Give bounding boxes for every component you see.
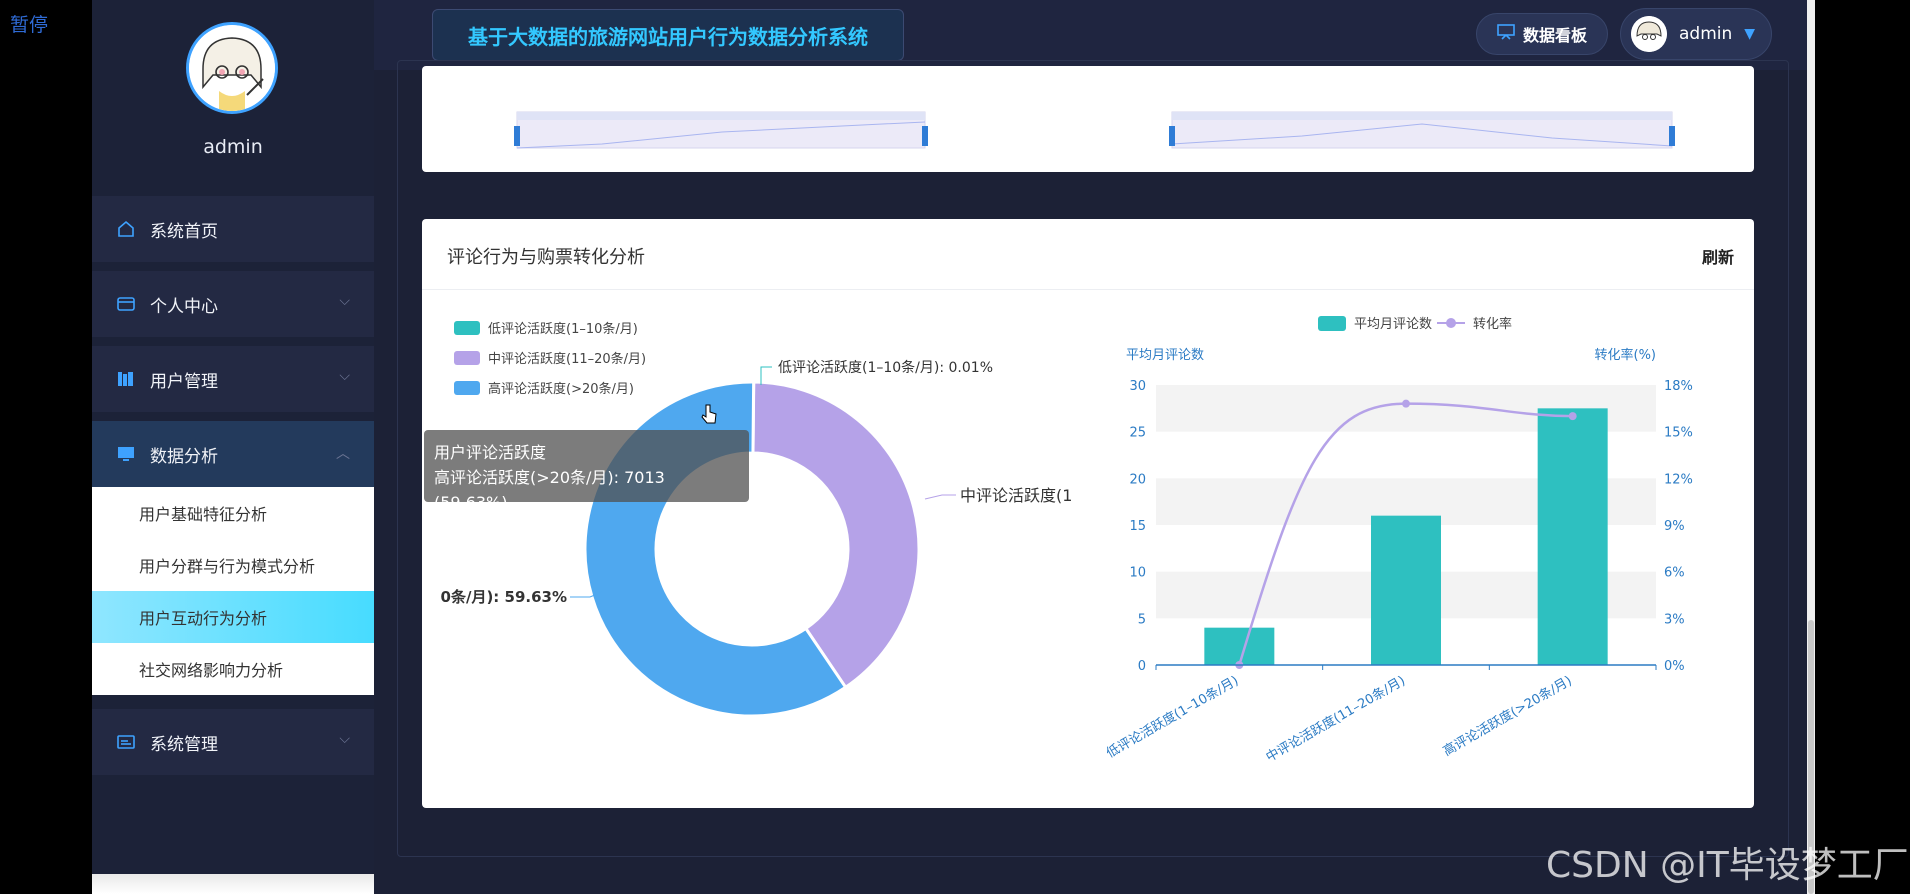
label-line-mid bbox=[924, 494, 956, 500]
slice-label-mid: 中评论活跃度(1 bbox=[960, 486, 1072, 505]
previous-chart-panel bbox=[422, 66, 1754, 172]
sidebar-username: admin bbox=[203, 136, 263, 158]
dashboard-button-label: 数据看板 bbox=[1522, 26, 1587, 45]
y-tick-right: 12% bbox=[1664, 472, 1693, 487]
books-icon bbox=[116, 369, 136, 389]
page-title: 基于大数据的旅游网站用户行为数据分析系统 bbox=[432, 9, 904, 61]
legend-label-high[interactable]: 高评论活跃度(>20条/月) bbox=[488, 381, 634, 397]
sidebar-item-users[interactable]: 用户管理 ⌵ bbox=[92, 346, 374, 412]
legend-swatch-avg-comments[interactable] bbox=[1318, 316, 1346, 331]
slider-handle-left[interactable] bbox=[514, 126, 520, 146]
y-axis-label-left: 平均月评论数 bbox=[1126, 348, 1204, 363]
panel-title: 评论行为与购票转化分析 bbox=[447, 247, 645, 268]
chevron-down-icon: ⌵ bbox=[339, 293, 350, 309]
caret-down-icon: ▼ bbox=[1744, 26, 1755, 42]
home-icon bbox=[116, 219, 136, 239]
bar-avg-comments[interactable] bbox=[1537, 408, 1608, 665]
page-scrollbar[interactable] bbox=[1807, 0, 1815, 894]
y-tick-left: 15 bbox=[1129, 519, 1146, 534]
tooltip-value: 高评论活跃度(>20条/月): 7013 (59.63%) bbox=[434, 468, 665, 512]
x-tick-label: 高评论活跃度(>20条/月) bbox=[1440, 673, 1574, 760]
y-tick-left: 0 bbox=[1138, 659, 1146, 674]
legend-swatch-low[interactable] bbox=[454, 321, 480, 335]
slider-handle-left[interactable] bbox=[1169, 126, 1175, 146]
slice-label-high: 0条/月): 59.63% bbox=[441, 588, 567, 606]
slider-handle-right[interactable] bbox=[922, 126, 928, 146]
analysis-submenu: 用户基础特征分析 用户分群与行为模式分析 用户互动行为分析 社交网络影响力分析 bbox=[92, 487, 374, 695]
sidebar-item-label: 数据分析 bbox=[150, 446, 218, 467]
legend-label-mid[interactable]: 中评论活跃度(11–20条/月) bbox=[488, 351, 646, 367]
sidebar: admin 系统首页 个人中心 ⌵ 用户管理 ⌵ 数据分析 ︿ 用户基础特征分析… bbox=[92, 0, 374, 894]
sidebar-item-analysis[interactable]: 数据分析 ︿ bbox=[92, 421, 374, 487]
sidebar-item-label: 用户管理 bbox=[150, 371, 218, 392]
legend-swatch-high[interactable] bbox=[454, 381, 480, 395]
list-card-icon bbox=[116, 732, 136, 752]
y-tick-left: 5 bbox=[1138, 612, 1146, 627]
submenu-item-segmentation[interactable]: 用户分群与行为模式分析 bbox=[92, 539, 374, 591]
bar-avg-comments[interactable] bbox=[1204, 627, 1275, 665]
bar-avg-comments[interactable] bbox=[1371, 515, 1441, 665]
refresh-button[interactable]: 刷新 bbox=[1702, 244, 1734, 268]
pause-label[interactable]: 暂停 bbox=[10, 10, 48, 37]
chart-tooltip: 用户评论活跃度 高评论活跃度(>20条/月): 7013 (59.63%) bbox=[424, 430, 749, 512]
sidebar-bottom-strip bbox=[92, 874, 374, 894]
bar-legend: 平均月评论数 转化率 bbox=[1318, 316, 1512, 332]
sidebar-item-label: 系统首页 bbox=[150, 221, 218, 242]
submenu-item-interaction[interactable]: 用户互动行为分析 bbox=[92, 591, 374, 643]
y-tick-left: 25 bbox=[1129, 426, 1146, 441]
watermark: CSDN @IT毕设梦工厂 bbox=[1546, 845, 1909, 886]
comment-conversion-panel: 评论行为与购票转化分析 刷新 低评论活跃度(1–10条/月) 中评论活跃度(11… bbox=[422, 219, 1754, 808]
y-axis-label-right: 转化率(%) bbox=[1595, 347, 1657, 363]
sidebar-item-system[interactable]: 系统管理 ⌵ bbox=[92, 709, 374, 775]
y-tick-left: 10 bbox=[1129, 566, 1146, 581]
sidebar-item-label: 系统管理 bbox=[150, 734, 218, 755]
y-tick-right: 0% bbox=[1664, 659, 1685, 674]
chevron-down-icon: ⌵ bbox=[339, 368, 350, 384]
presentation-icon bbox=[1497, 24, 1515, 44]
line-point-conversion[interactable] bbox=[1568, 412, 1577, 421]
sidebar-item-personal[interactable]: 个人中心 ⌵ bbox=[92, 271, 374, 337]
x-tick-label: 中评论活跃度(11–20条/月) bbox=[1263, 673, 1408, 766]
donut-chart: 低评论活跃度(1–10条/月) 中评论活跃度(11–20条/月) 高评论活跃度(… bbox=[441, 321, 1072, 718]
sidebar-item-label: 个人中心 bbox=[150, 296, 218, 317]
donut-legend: 低评论活跃度(1–10条/月) 中评论活跃度(11–20条/月) 高评论活跃度(… bbox=[454, 321, 646, 397]
bar-line-chart: 平均月评论数 转化率 平均月评论数 转化率(%) 0 0% 5 3% 10 6% 15 9% 2… bbox=[1104, 316, 1693, 766]
chevron-up-icon: ︿ bbox=[336, 446, 350, 462]
y-tick-right: 15% bbox=[1664, 426, 1693, 441]
y-tick-left: 30 bbox=[1129, 379, 1146, 394]
slice-label-low: 低评论活跃度(1–10条/月): 0.01% bbox=[778, 359, 993, 376]
legend-swatch-mid[interactable] bbox=[454, 351, 480, 365]
y-tick-right: 9% bbox=[1664, 519, 1685, 534]
legend-label-conversion[interactable]: 转化率 bbox=[1473, 316, 1512, 332]
legend-label-avg-comments[interactable]: 平均月评论数 bbox=[1354, 317, 1432, 332]
slider-handle-right[interactable] bbox=[1669, 126, 1675, 146]
legend-label-low[interactable]: 低评论活跃度(1–10条/月) bbox=[488, 321, 638, 337]
line-point-conversion[interactable] bbox=[1402, 399, 1410, 408]
monitor-icon bbox=[116, 444, 136, 464]
chevron-down-icon: ⌵ bbox=[339, 731, 350, 747]
legend-swatch-conversion[interactable] bbox=[1446, 318, 1456, 328]
x-tick-label: 低评论活跃度(1–10条/月) bbox=[1104, 673, 1242, 762]
y-tick-right: 18% bbox=[1664, 379, 1693, 394]
panel-header: 评论行为与购票转化分析 刷新 bbox=[422, 219, 1754, 290]
app-window: admin 系统首页 个人中心 ⌵ 用户管理 ⌵ 数据分析 ︿ 用户基础特征分析… bbox=[92, 0, 1815, 894]
id-card-icon bbox=[116, 294, 136, 314]
submenu-item-social-influence[interactable]: 社交网络影响力分析 bbox=[92, 643, 374, 695]
avatar[interactable] bbox=[186, 22, 278, 114]
y-tick-left: 20 bbox=[1129, 472, 1146, 487]
user-menu-button[interactable]: admin ▼ bbox=[1620, 8, 1772, 60]
user-name: admin bbox=[1679, 24, 1733, 44]
submenu-item-basic-features[interactable]: 用户基础特征分析 bbox=[92, 487, 374, 539]
tooltip-title: 用户评论活跃度 bbox=[434, 443, 547, 462]
dashboard-button[interactable]: 数据看板 bbox=[1476, 13, 1608, 55]
user-avatar bbox=[1631, 16, 1667, 52]
y-tick-right: 3% bbox=[1664, 612, 1685, 627]
y-tick-right: 6% bbox=[1664, 566, 1685, 581]
sidebar-item-home[interactable]: 系统首页 bbox=[92, 196, 374, 262]
zoom-sliders bbox=[514, 111, 1675, 149]
